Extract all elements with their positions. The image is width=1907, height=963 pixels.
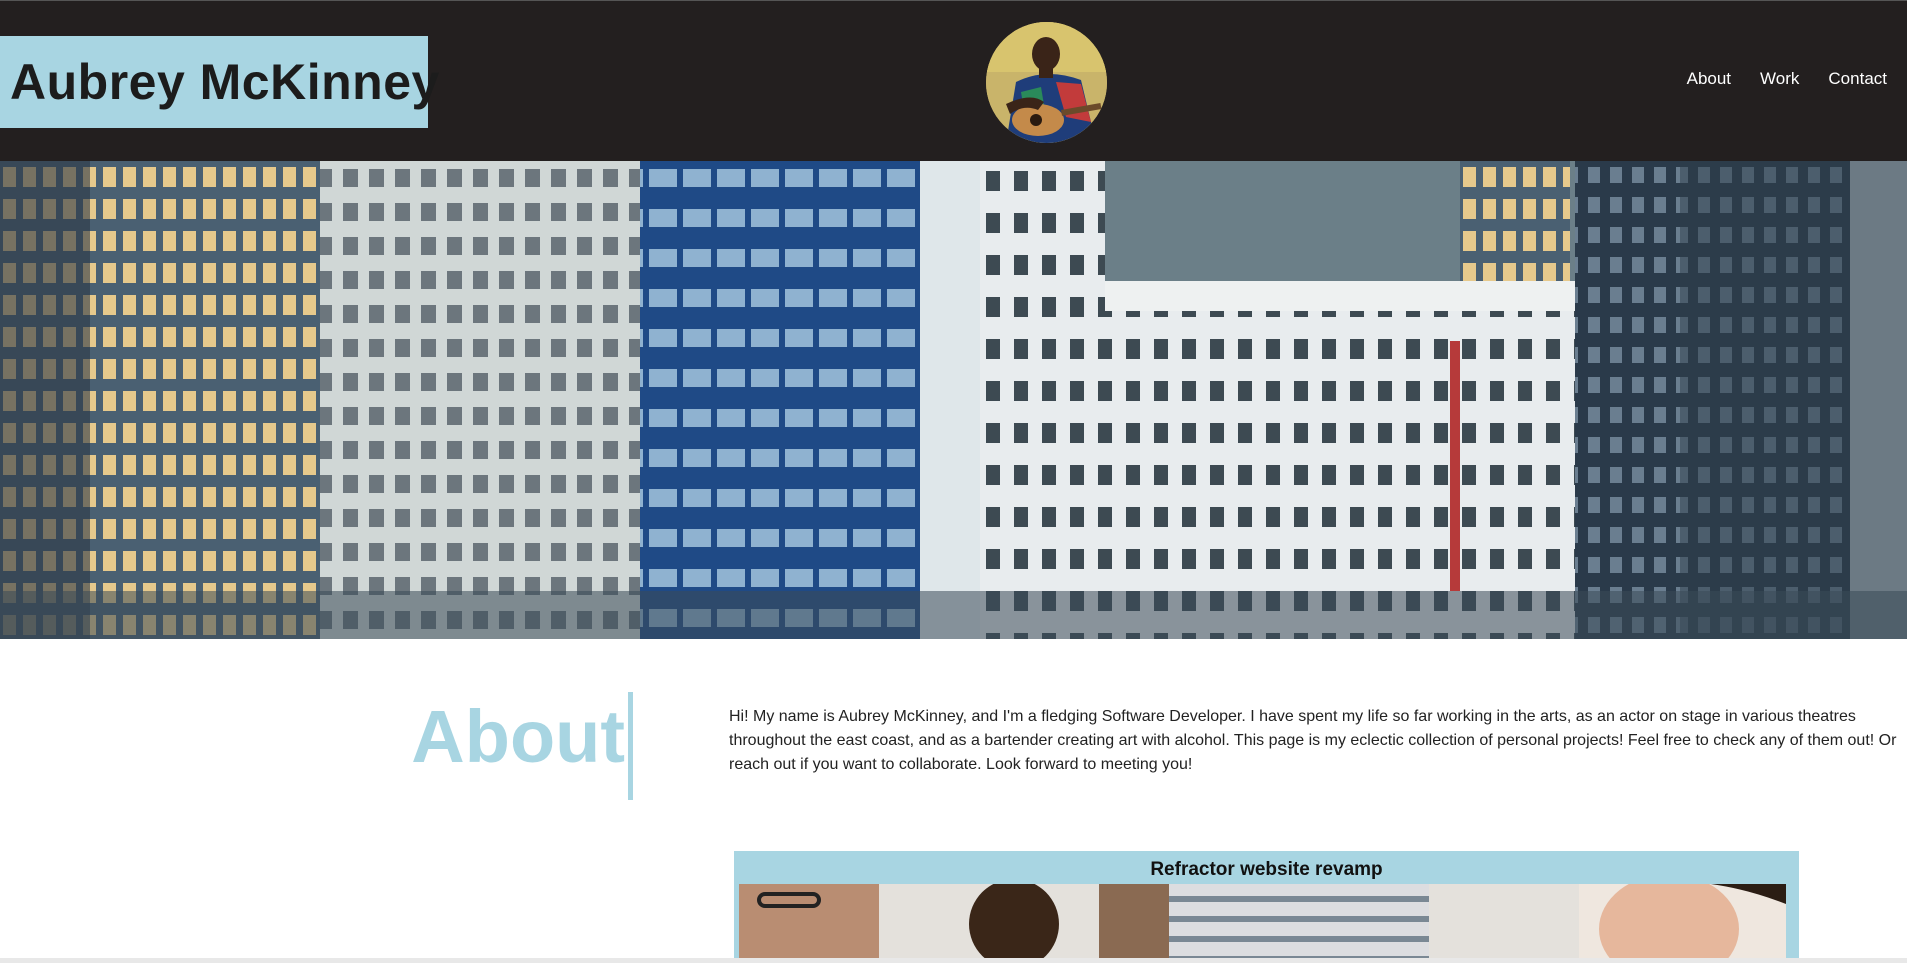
about-divider — [628, 692, 633, 800]
project-photo — [739, 884, 1786, 963]
hero-cityscape-image — [0, 161, 1907, 639]
project-card[interactable]: Refractor website revamp — [734, 851, 1799, 963]
main-nav: About Work Contact — [1658, 69, 1887, 89]
avatar-portrait-image — [986, 22, 1107, 143]
horizontal-scrollbar[interactable] — [0, 958, 1907, 963]
nav-link-about[interactable]: About — [1687, 69, 1731, 89]
about-heading: About — [411, 695, 625, 778]
project-image[interactable] — [739, 884, 1786, 963]
brand-name: Aubrey McKinney — [10, 54, 440, 110]
nav-link-work[interactable]: Work — [1760, 69, 1799, 89]
about-text: Hi! My name is Aubrey McKinney, and I'm … — [729, 708, 1897, 773]
hero-image — [0, 161, 1907, 639]
brand-box[interactable]: Aubrey McKinney — [0, 36, 439, 128]
project-title: Refractor website revamp — [1150, 859, 1383, 880]
nav-link-contact[interactable]: Contact — [1828, 69, 1887, 89]
site-header: Aubrey McKinney About Work Contact — [0, 0, 1907, 161]
profile-avatar — [986, 22, 1107, 143]
